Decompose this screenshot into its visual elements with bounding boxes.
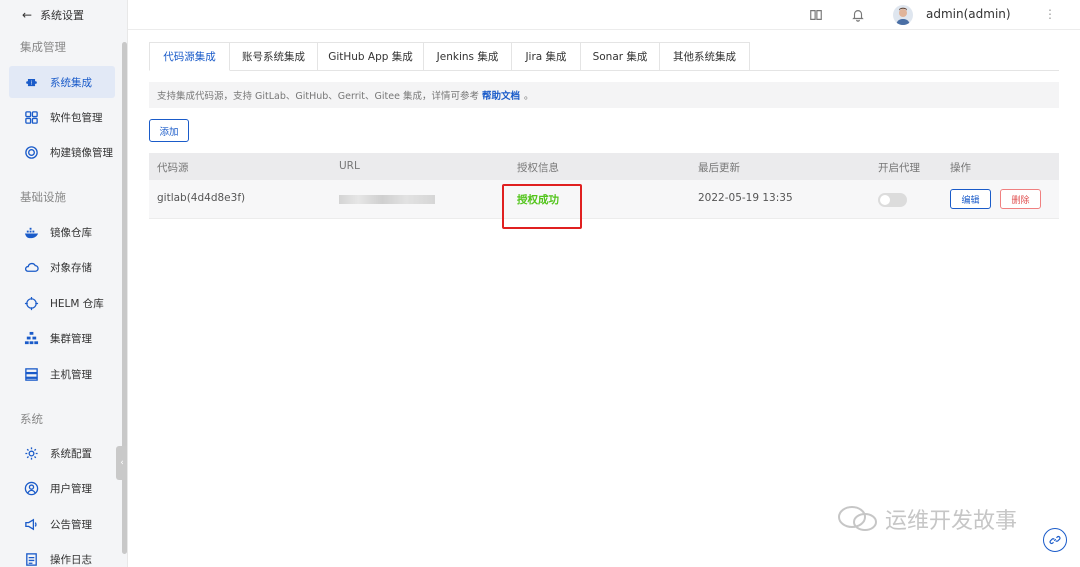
sidebar-item-label: 公告管理 xyxy=(50,518,92,531)
column-header-url: URL xyxy=(339,160,360,172)
megaphone-icon xyxy=(22,516,40,532)
info-suffix: 。 xyxy=(523,91,534,102)
link-icon xyxy=(1049,535,1061,545)
tab-jira[interactable]: Jira 集成 xyxy=(512,42,581,71)
table-header: 代码源 URL 授权信息 最后更新 开启代理 操作 xyxy=(149,153,1059,180)
sidebar-item-image-registry[interactable]: 镜像仓库 xyxy=(9,216,115,248)
sidebar-item-label: 操作日志 xyxy=(50,553,92,566)
tab-other-systems[interactable]: 其他系统集成 xyxy=(660,42,750,71)
proxy-toggle[interactable] xyxy=(878,193,907,207)
wechat-icon xyxy=(838,506,877,531)
sidebar-item-label: 用户管理 xyxy=(50,482,92,495)
back-link[interactable]: ← 系统设置 xyxy=(22,8,84,22)
group-title-infrastructure: 基础设施 xyxy=(20,190,66,204)
sidebar-item-system-config[interactable]: 系统配置 xyxy=(9,437,115,469)
sidebar-item-host-management[interactable]: 主机管理 xyxy=(9,358,115,390)
bell-icon[interactable] xyxy=(849,6,867,24)
column-header-actions: 操作 xyxy=(950,162,971,174)
command-icon xyxy=(22,74,40,90)
tab-jenkins[interactable]: Jenkins 集成 xyxy=(424,42,512,71)
user-icon xyxy=(22,480,40,496)
avatar[interactable] xyxy=(893,5,913,25)
group-title-integration: 集成管理 xyxy=(20,40,66,54)
sidebar-item-label: 软件包管理 xyxy=(50,111,103,124)
user-name[interactable]: admin(admin) xyxy=(926,7,1011,21)
log-icon xyxy=(22,551,40,567)
sidebar-collapse-handle[interactable]: ‹ xyxy=(116,446,127,480)
column-header-proxy: 开启代理 xyxy=(878,162,920,174)
sidebar-item-label: 系统配置 xyxy=(50,447,92,460)
sidebar-item-system-integration[interactable]: 系统集成 xyxy=(9,66,115,98)
sidebar-item-operation-log[interactable]: 操作日志 xyxy=(9,543,115,567)
sidebar-item-announcement-management[interactable]: 公告管理 xyxy=(9,508,115,540)
watermark-text: 运维开发故事 xyxy=(885,509,1018,534)
annotation-highlight-box xyxy=(502,184,582,229)
integration-tabs: 代码源集成 账号系统集成 GitHub App 集成 Jenkins 集成 Ji… xyxy=(149,42,1059,71)
info-text: 支持集成代码源，支持 GitLab、GitHub、Gerrit、Gitee 集成… xyxy=(157,91,479,102)
sidebar-item-label: 对象存储 xyxy=(50,261,92,274)
watermark: 运维开发故事 xyxy=(835,503,1017,535)
tab-code-source[interactable]: 代码源集成 xyxy=(149,42,230,71)
more-vertical-icon[interactable]: ⋮ xyxy=(1044,7,1056,21)
group-title-system: 系统 xyxy=(20,412,43,426)
column-header-updated: 最后更新 xyxy=(698,162,740,174)
edit-button[interactable]: 编辑 xyxy=(950,189,991,209)
delete-button[interactable]: 删除 xyxy=(1000,189,1041,209)
tab-github-app[interactable]: GitHub App 集成 xyxy=(318,42,424,71)
book-icon[interactable] xyxy=(807,6,825,24)
sidebar-item-label: 构建镜像管理 xyxy=(50,146,113,159)
tab-account-system[interactable]: 账号系统集成 xyxy=(230,42,318,71)
cell-source: gitlab(4d4d8e3f) xyxy=(157,192,246,204)
top-header: admin(admin) ⋮ xyxy=(128,0,1080,30)
helm-icon xyxy=(22,295,40,311)
sidebar-item-label: 集群管理 xyxy=(50,332,92,345)
server-icon xyxy=(22,366,40,382)
cluster-icon xyxy=(22,330,40,346)
settings-icon xyxy=(22,445,40,461)
back-label: 系统设置 xyxy=(40,9,85,22)
sidebar-item-label: HELM 仓库 xyxy=(50,297,104,310)
floating-link-button[interactable] xyxy=(1043,528,1067,552)
cloud-icon xyxy=(22,259,40,275)
sidebar-item-label: 镜像仓库 xyxy=(50,226,92,239)
tab-sonar[interactable]: Sonar 集成 xyxy=(581,42,660,71)
column-header-auth: 授权信息 xyxy=(517,162,559,174)
sidebar-item-label: 系统集成 xyxy=(50,76,92,89)
arrow-left-icon: ← xyxy=(22,8,33,22)
cell-url-redacted xyxy=(339,195,435,204)
sidebar-item-object-storage[interactable]: 对象存储 xyxy=(9,251,115,283)
sidebar-item-build-image[interactable]: 构建镜像管理 xyxy=(9,136,115,168)
sidebar-item-package-management[interactable]: 软件包管理 xyxy=(9,101,115,133)
help-doc-link[interactable]: 帮助文档 xyxy=(482,88,520,102)
sidebar: ← 系统设置 集成管理 系统集成 软件包管理 构建镜像管理 基础设施 镜像仓库 … xyxy=(0,0,128,567)
column-header-source: 代码源 xyxy=(157,162,189,174)
sidebar-item-user-management[interactable]: 用户管理 xyxy=(9,472,115,504)
docker-icon xyxy=(22,224,40,240)
sidebar-item-cluster-management[interactable]: 集群管理 xyxy=(9,322,115,354)
grid-icon xyxy=(22,109,40,125)
sidebar-item-label: 主机管理 xyxy=(50,368,92,381)
chevron-left-icon: ‹ xyxy=(120,458,124,468)
table-row: gitlab(4d4d8e3f) 授权成功 2022-05-19 13:35 编… xyxy=(149,180,1059,219)
add-button[interactable]: 添加 xyxy=(149,119,189,142)
cell-updated: 2022-05-19 13:35 xyxy=(698,192,793,204)
image-build-icon xyxy=(22,144,40,160)
sidebar-item-helm-repo[interactable]: HELM 仓库 xyxy=(9,287,115,319)
info-banner: 支持集成代码源，支持 GitLab、GitHub、Gerrit、Gitee 集成… xyxy=(149,82,1059,108)
